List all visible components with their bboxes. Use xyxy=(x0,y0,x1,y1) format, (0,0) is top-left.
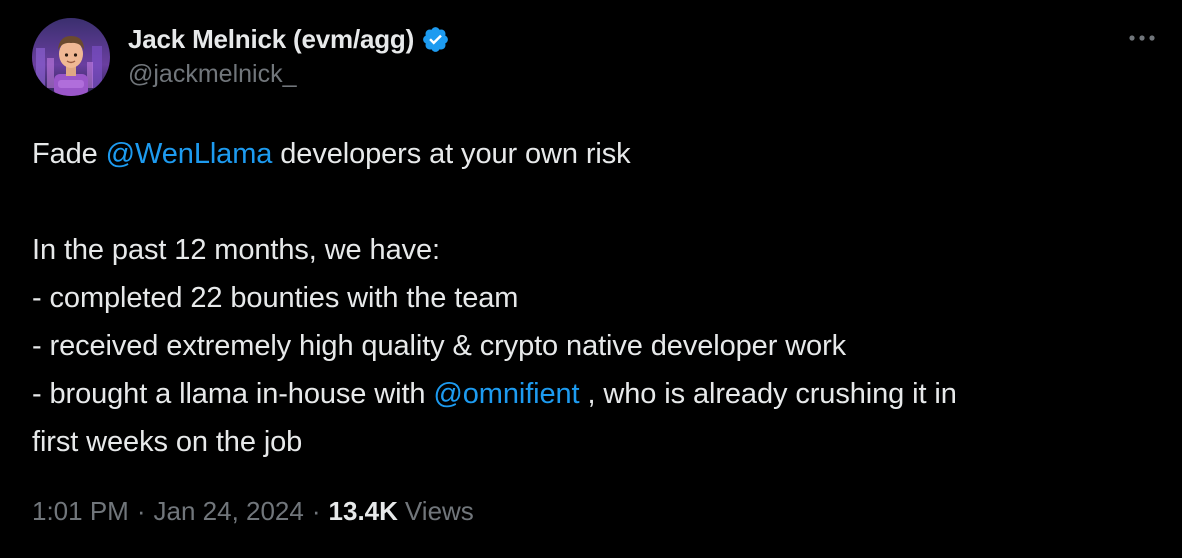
tweet-text-segment: developers at your own risk xyxy=(272,138,631,170)
tweet-line: In the past 12 months, we have: xyxy=(32,234,440,266)
views-label: Views xyxy=(404,496,474,526)
tweet-line: - received extremely high quality & cryp… xyxy=(32,330,847,362)
verified-badge-icon xyxy=(421,25,450,54)
tweet-line: - brought a llama in-house with @omnifie… xyxy=(32,370,1172,418)
mention-link-wenllama[interactable]: @WenLlama xyxy=(106,138,273,170)
tweet-text-segment: Fade xyxy=(32,138,106,170)
tweet-line: Fade @WenLlama developers at your own ri… xyxy=(32,130,1172,178)
tweet-text-segment: - brought a llama in-house with xyxy=(32,378,434,410)
avatar[interactable] xyxy=(32,18,110,96)
tweet-line: first weeks on the job xyxy=(32,426,303,458)
tweet-date[interactable]: Jan 24, 2024 xyxy=(154,496,304,527)
mention-link-omnifient[interactable]: @omnifient xyxy=(433,378,579,410)
author-name-row: Jack Melnick (evm/agg) xyxy=(128,22,450,56)
tweet-text-segment: , who is already crushing it in xyxy=(579,378,957,410)
tweet-card: Jack Melnick (evm/agg) @jackmelnick_ Fad… xyxy=(0,0,1182,558)
meta-separator: · xyxy=(311,496,321,526)
tweet-meta: 1:01 PM · Jan 24, 2024 · 13.4K Views xyxy=(32,496,474,527)
views-count: 13.4K xyxy=(328,496,398,526)
author-display-name[interactable]: Jack Melnick (evm/agg) xyxy=(128,24,414,55)
ellipsis-icon[interactable] xyxy=(1124,26,1160,50)
meta-separator: · xyxy=(136,496,146,526)
tweet-line: - completed 22 bounties with the team xyxy=(32,282,519,314)
tweet-timestamp[interactable]: 1:01 PM xyxy=(32,496,129,527)
tweet-body: Fade @WenLlama developers at your own ri… xyxy=(32,130,1172,466)
author-handle[interactable]: @jackmelnick_ xyxy=(128,60,296,89)
avatar-image xyxy=(32,18,110,96)
